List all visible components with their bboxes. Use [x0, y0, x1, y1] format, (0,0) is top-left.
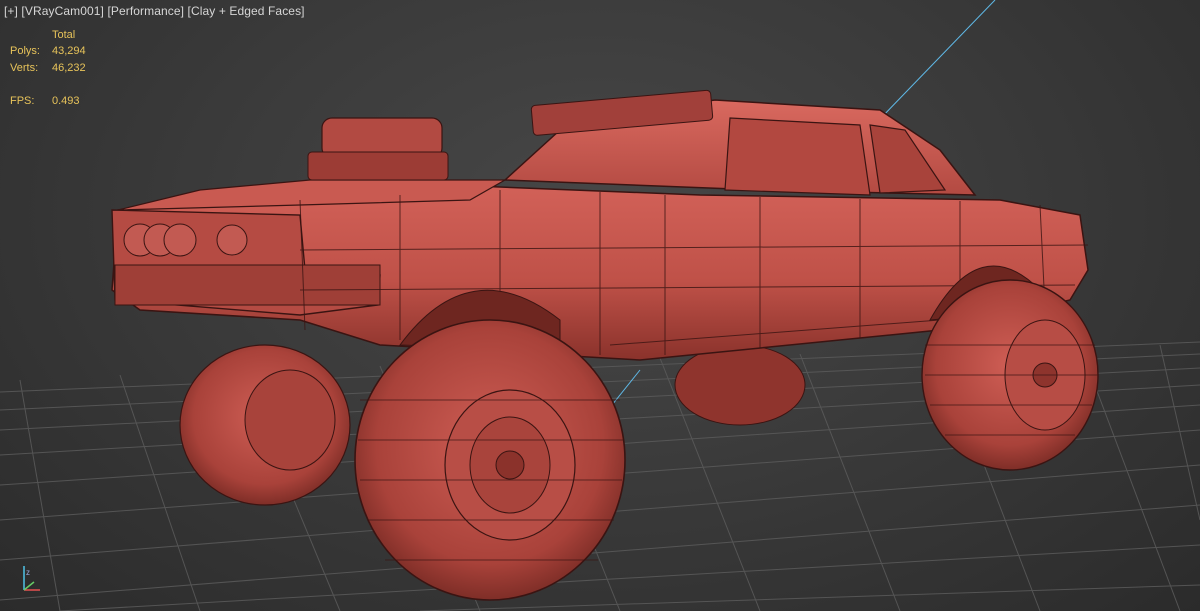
stats-verts-label: Verts:: [10, 62, 39, 74]
svg-text:z: z: [26, 568, 30, 577]
viewport-plus-menu[interactable]: [+]: [4, 4, 18, 18]
front-near-wheel[interactable]: [354, 319, 626, 601]
stats-fps-value: 0.493: [52, 95, 80, 107]
stats-total-header: Total: [52, 29, 76, 41]
viewport-shading-menu[interactable]: [Clay + Edged Faces]: [188, 4, 305, 18]
rear-near-wheel[interactable]: [921, 279, 1099, 471]
stats-polys-label: Polys:: [10, 45, 40, 57]
stats-verts-value: 46,232: [52, 62, 86, 74]
viewport[interactable]: z [+] [VRayCam001] [Performance] [Clay +…: [0, 0, 1200, 611]
stats-fps-label: FPS:: [10, 95, 35, 107]
stats-polys-value: 43,294: [52, 45, 86, 57]
front-far-wheel[interactable]: [179, 344, 351, 506]
viewport-scene[interactable]: z: [0, 0, 1200, 611]
rear-far-wheel[interactable]: [674, 344, 806, 426]
viewport-label-menu[interactable]: [+] [VRayCam001] [Performance] [Clay + E…: [4, 4, 305, 18]
viewport-performance-menu[interactable]: [Performance]: [107, 4, 184, 18]
axis-tripod-icon: z: [23, 566, 40, 591]
viewport-camera-menu[interactable]: [VRayCam001]: [21, 4, 104, 18]
